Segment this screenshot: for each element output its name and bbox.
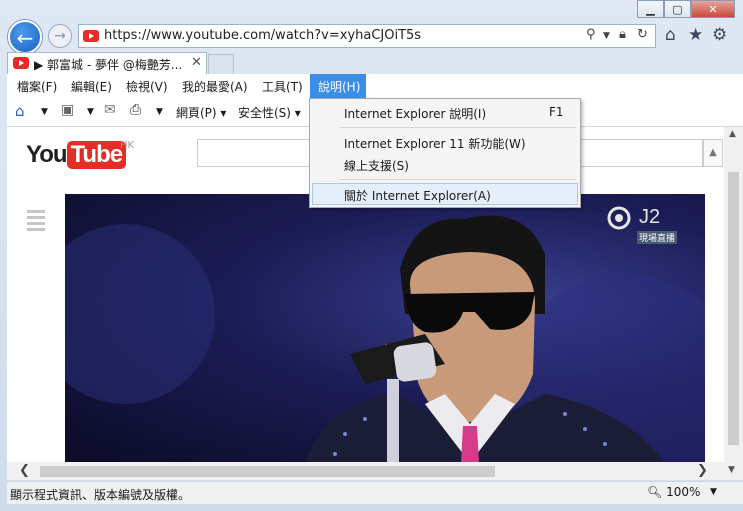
minimize-button[interactable]: ▁ [637, 0, 664, 18]
rss-feed-icon[interactable]: ▣ [61, 102, 74, 118]
lock-icon[interactable]: 🔒︎ [619, 27, 626, 42]
channel-name: J2 [639, 206, 661, 228]
menu-item-ie-help[interactable]: Internet Explorer 說明(I) F1 [312, 101, 578, 123]
horizontal-scroll-thumb[interactable] [40, 466, 495, 477]
address-bar[interactable]: https://www.youtube.com/watch?v=xyhaCJOi… [78, 24, 656, 48]
print-icon[interactable]: ⎙ [130, 102, 141, 118]
live-label: 現場直播 [637, 231, 678, 244]
favorites-star-icon[interactable]: ★ [688, 25, 703, 45]
home-icon[interactable]: ⌂ [665, 25, 676, 45]
forward-arrow-icon: → [54, 28, 66, 44]
close-window-button[interactable]: ✕ [691, 0, 735, 18]
zoom-control[interactable]: 🔍︎ 100% [647, 485, 700, 499]
youtube-tab-icon [13, 57, 29, 69]
zoom-dropdown-icon[interactable]: ▼ [710, 487, 717, 497]
horizontal-scrollbar[interactable]: ❮ ❯ [7, 462, 725, 480]
video-player[interactable]: J2 現場直播 [65, 194, 705, 463]
menu-item-whats-new[interactable]: Internet Explorer 11 新功能(W) [312, 131, 578, 153]
menu-item-about-ie[interactable]: 關於 Internet Explorer(A) [312, 183, 578, 205]
scroll-down-icon[interactable]: ▼ [728, 465, 735, 475]
menu-tools[interactable]: 工具(T) [262, 78, 303, 95]
mail-icon[interactable]: ✉ [104, 102, 116, 118]
tab-title: ▶ 郭富城 - 夢伴 @梅艷芳... [34, 58, 183, 72]
settings-gear-icon[interactable]: ⚙ [712, 25, 727, 45]
menu-favorites[interactable]: 我的最愛(A) [182, 78, 248, 95]
scroll-left-icon[interactable]: ❮ [19, 463, 30, 478]
vertical-scroll-thumb[interactable] [728, 172, 739, 445]
address-url[interactable]: https://www.youtube.com/watch?v=xyhaCJOi… [104, 28, 421, 43]
vertical-scrollbar[interactable]: ▲ [724, 127, 743, 463]
scroll-corner: ▼ [725, 462, 743, 480]
guide-menu-icon[interactable] [27, 210, 45, 234]
browser-tab[interactable]: ▶ 郭富城 - 夢伴 @梅艷芳... ✕ [7, 52, 207, 74]
new-tab-button[interactable] [208, 54, 234, 74]
zoom-icon: 🔍︎ [647, 485, 663, 499]
menu-item-online-support[interactable]: 線上支援(S) [312, 153, 578, 175]
refresh-icon[interactable]: ↻ [637, 27, 648, 42]
region-label: HK [120, 140, 135, 151]
home-dropdown-icon[interactable]: ▼ [41, 107, 48, 117]
youtube-search-button[interactable]: ▲ [703, 139, 723, 167]
youtube-logo[interactable]: You Tube HK [26, 140, 134, 169]
home-command-icon[interactable]: ⌂ [15, 102, 25, 120]
search-icon[interactable]: ⚲ [586, 27, 596, 42]
help-menu-dropdown: Internet Explorer 說明(I) F1 Internet Expl… [309, 98, 581, 208]
status-bar: 顯示程式資訊、版本編號及版權。 🔍︎ 100% ▼ [7, 481, 743, 504]
address-dropdown-icon[interactable]: ▼ [603, 31, 610, 41]
scroll-up-icon[interactable]: ▲ [729, 129, 736, 139]
menu-separator [340, 179, 576, 180]
status-text: 顯示程式資訊、版本編號及版權。 [10, 488, 191, 502]
menu-file[interactable]: 檔案(F) [17, 78, 57, 95]
menu-view[interactable]: 檢視(V) [126, 78, 168, 95]
menu-help[interactable]: 說明(H) [310, 74, 366, 98]
scroll-right-icon[interactable]: ❯ [697, 463, 708, 478]
youtube-favicon-icon [83, 30, 99, 42]
back-button[interactable]: ← [8, 20, 42, 54]
back-arrow-icon: ← [16, 26, 34, 50]
safety-menu-button[interactable]: 安全性(S) ▾ [238, 104, 301, 121]
menu-bar: 檔案(F) 編輯(E) 檢視(V) 我的最愛(A) 工具(T) 說明(H) [7, 74, 743, 98]
print-dropdown-icon[interactable]: ▼ [156, 107, 163, 117]
menu-separator [340, 127, 576, 128]
maximize-button[interactable]: ▢ [664, 0, 691, 18]
menu-edit[interactable]: 編輯(E) [71, 78, 112, 95]
page-menu-button[interactable]: 網頁(P) ▾ [176, 104, 226, 121]
tab-close-icon[interactable]: ✕ [191, 55, 202, 70]
forward-button[interactable]: → [48, 24, 72, 48]
channel-logo: J2 現場直播 [607, 206, 685, 246]
rss-dropdown-icon[interactable]: ▼ [87, 107, 94, 117]
